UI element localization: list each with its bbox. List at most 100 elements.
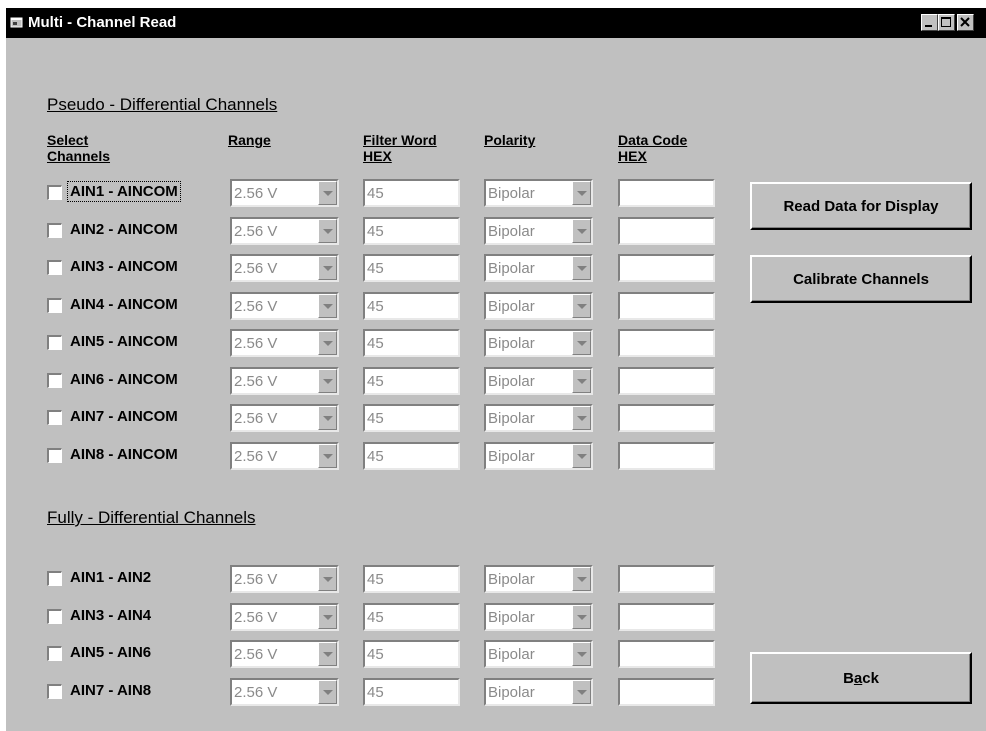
polarity-dropdown-button[interactable]: [572, 679, 591, 704]
polarity-dropdown-button[interactable]: [572, 293, 591, 318]
data-code-output: [618, 565, 715, 593]
filter-word-input[interactable]: 45: [363, 329, 460, 357]
filter-word-input[interactable]: 45: [363, 565, 460, 593]
range-select[interactable]: 2.56 V: [230, 254, 339, 282]
fully-section-title: Fully - Differential Channels: [47, 508, 256, 527]
polarity-dropdown-button[interactable]: [572, 218, 591, 243]
filter-word-input[interactable]: 45: [363, 441, 460, 470]
chevron-down-icon: [577, 266, 587, 271]
range-value: 2.56 V: [234, 185, 278, 202]
range-dropdown-button[interactable]: [318, 256, 337, 280]
channel-label: AIN5 - AINCOM: [70, 333, 178, 350]
filter-word-input[interactable]: 45: [363, 640, 460, 668]
range-dropdown-button[interactable]: [318, 679, 337, 704]
range-dropdown-button[interactable]: [318, 181, 337, 205]
minimize-button[interactable]: [921, 14, 938, 31]
range-value: 2.56 V: [234, 372, 278, 390]
polarity-dropdown-button[interactable]: [572, 331, 591, 355]
polarity-select[interactable]: Bipolar: [484, 565, 593, 593]
range-select[interactable]: 2.56 V: [230, 179, 339, 207]
polarity-dropdown-button[interactable]: [572, 368, 591, 393]
range-dropdown-button[interactable]: [318, 642, 337, 666]
filter-word-value: 45: [367, 260, 384, 277]
polarity-select[interactable]: Bipolar: [484, 640, 593, 668]
range-select[interactable]: 2.56 V: [230, 602, 339, 631]
channel-checkbox[interactable]: [47, 683, 62, 699]
range-select[interactable]: 2.56 V: [230, 329, 339, 357]
polarity-select[interactable]: Bipolar: [484, 329, 593, 357]
range-value: 2.56 V: [234, 297, 278, 315]
filter-word-input[interactable]: 45: [363, 216, 460, 245]
channel-checkbox[interactable]: [47, 372, 62, 388]
filter-word-input[interactable]: 45: [363, 602, 460, 631]
polarity-select[interactable]: Bipolar: [484, 216, 593, 245]
close-button[interactable]: [957, 14, 974, 31]
polarity-value: Bipolar: [488, 571, 535, 588]
range-dropdown-button[interactable]: [318, 567, 337, 591]
polarity-select[interactable]: Bipolar: [484, 404, 593, 432]
filter-word-input[interactable]: 45: [363, 179, 460, 207]
range-select[interactable]: 2.56 V: [230, 291, 339, 320]
range-select[interactable]: 2.56 V: [230, 565, 339, 593]
polarity-select[interactable]: Bipolar: [484, 677, 593, 706]
filter-word-input[interactable]: 45: [363, 677, 460, 706]
polarity-select[interactable]: Bipolar: [484, 179, 593, 207]
polarity-select[interactable]: Bipolar: [484, 254, 593, 282]
chevron-down-icon: [323, 191, 333, 196]
range-dropdown-button[interactable]: [318, 218, 337, 243]
polarity-dropdown-button[interactable]: [572, 256, 591, 280]
range-dropdown-button[interactable]: [318, 368, 337, 393]
range-dropdown-button[interactable]: [318, 331, 337, 355]
polarity-select[interactable]: Bipolar: [484, 366, 593, 395]
maximize-button[interactable]: [938, 14, 955, 31]
range-dropdown-button[interactable]: [318, 293, 337, 318]
read-data-button[interactable]: Read Data for Display: [750, 182, 972, 230]
polarity-select[interactable]: Bipolar: [484, 602, 593, 631]
channel-checkbox[interactable]: [47, 297, 62, 313]
filter-word-input[interactable]: 45: [363, 366, 460, 395]
chevron-down-icon: [577, 191, 587, 196]
filter-word-value: 45: [367, 447, 384, 465]
back-button[interactable]: Ba ck: [750, 652, 972, 704]
close-icon: [960, 17, 970, 27]
title-bar[interactable]: Multi - Channel Read: [6, 8, 986, 38]
polarity-select[interactable]: Bipolar: [484, 441, 593, 470]
filter-word-input[interactable]: 45: [363, 254, 460, 282]
pseudo-channel-row: AIN8 - AINCOM 2.56 V 45 Bipolar: [6, 441, 766, 472]
range-select[interactable]: 2.56 V: [230, 677, 339, 706]
filter-word-value: 45: [367, 571, 384, 588]
fully-channel-row: AIN5 - AIN6 2.56 V 45 Bipolar: [6, 640, 766, 670]
polarity-dropdown-button[interactable]: [572, 181, 591, 205]
range-select[interactable]: 2.56 V: [230, 441, 339, 470]
range-select[interactable]: 2.56 V: [230, 640, 339, 668]
channel-checkbox[interactable]: [47, 222, 62, 238]
filter-word-input[interactable]: 45: [363, 291, 460, 320]
polarity-select[interactable]: Bipolar: [484, 291, 593, 320]
channel-checkbox[interactable]: [47, 571, 62, 586]
range-select[interactable]: 2.56 V: [230, 216, 339, 245]
channel-label: AIN4 - AINCOM: [70, 295, 178, 313]
range-select[interactable]: 2.56 V: [230, 404, 339, 432]
channel-checkbox[interactable]: [47, 410, 62, 425]
filter-word-input[interactable]: 45: [363, 404, 460, 432]
polarity-value: Bipolar: [488, 222, 535, 240]
channel-checkbox[interactable]: [47, 646, 62, 661]
polarity-dropdown-button[interactable]: [572, 443, 591, 468]
range-dropdown-button[interactable]: [318, 604, 337, 629]
channel-checkbox[interactable]: [47, 608, 62, 624]
range-select[interactable]: 2.56 V: [230, 366, 339, 395]
channel-checkbox[interactable]: [47, 447, 62, 463]
polarity-dropdown-button[interactable]: [572, 406, 591, 430]
main-window: Multi - Channel Read Pseudo - Differenti…: [6, 8, 986, 731]
polarity-dropdown-button[interactable]: [572, 567, 591, 591]
channel-label: AIN7 - AIN8: [70, 681, 152, 699]
channel-checkbox[interactable]: [47, 335, 62, 350]
calibrate-channels-button[interactable]: Calibrate Channels: [750, 255, 972, 303]
channel-checkbox[interactable]: [47, 260, 62, 275]
filter-word-value: 45: [367, 372, 384, 390]
range-dropdown-button[interactable]: [318, 443, 337, 468]
range-dropdown-button[interactable]: [318, 406, 337, 430]
polarity-dropdown-button[interactable]: [572, 642, 591, 666]
polarity-dropdown-button[interactable]: [572, 604, 591, 629]
channel-checkbox[interactable]: [47, 185, 62, 200]
